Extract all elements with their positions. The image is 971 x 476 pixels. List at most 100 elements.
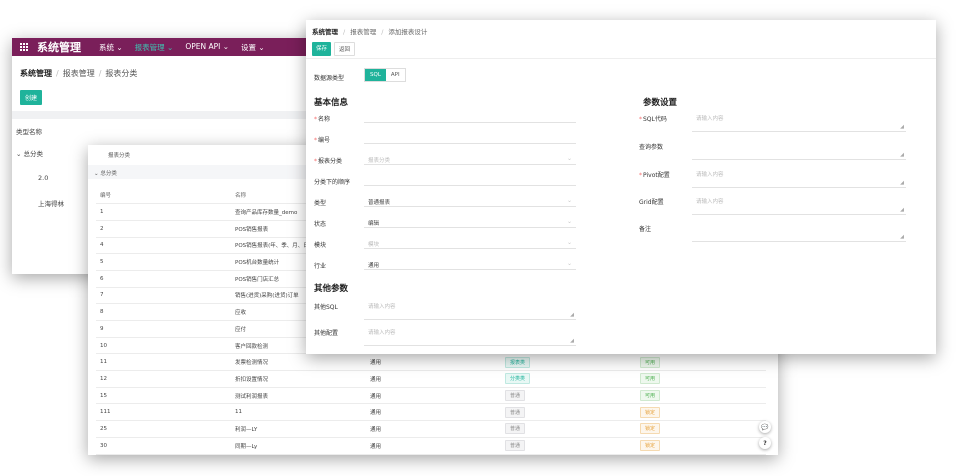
cell-industry: 通用 <box>366 370 501 388</box>
status-badge: 可用 <box>640 356 661 368</box>
breadcrumb-item[interactable]: 系统管理 <box>20 69 52 78</box>
chevron-down-icon: ⌄ <box>566 218 572 225</box>
resize-grip-icon[interactable]: ◢ <box>570 338 574 344</box>
select-field[interactable]: 普通报表 ⌄ <box>364 195 576 207</box>
field-label: *SQL代码 <box>639 114 667 123</box>
section-other-params: 其他参数 <box>314 284 349 294</box>
field-label-text: 模块 <box>314 242 327 249</box>
tree-node[interactable]: 2.0 <box>16 174 64 182</box>
cell-industry: 通用 <box>366 437 501 455</box>
type-tag: 普通 <box>505 390 526 402</box>
field-label-text: 类型 <box>314 200 327 207</box>
status-badge: 锁定 <box>640 440 661 452</box>
add-report-design-window: 系统管理 / 报表管理 / 添加报表设计 保存 返回 数据源类型 SQL API 基本信… <box>306 20 936 354</box>
breadcrumb-item[interactable]: 系统管理 <box>312 28 338 36</box>
field-label: *Pivot配置 <box>639 170 670 179</box>
tree-node[interactable]: 上海得林 <box>16 198 64 208</box>
field-value: 模块 <box>368 242 380 248</box>
required-mark: * <box>639 116 642 123</box>
text-field[interactable] <box>364 132 576 144</box>
textarea-field[interactable]: ◢ <box>692 138 906 160</box>
field-label: 类型 <box>314 198 326 207</box>
cell-id: 4 <box>96 237 231 255</box>
cell-id: 12 <box>96 370 231 388</box>
table-row[interactable]: 111 11 通用 普通 锁定 <box>96 403 766 422</box>
table-row[interactable]: 15 测试利润报表 通用 普通 可用 <box>96 387 766 405</box>
menu-open-api[interactable]: OPEN API ⌄ <box>185 42 229 53</box>
resize-grip-icon[interactable]: ◢ <box>900 234 904 240</box>
field-value: 编辑 <box>368 221 380 227</box>
back-button[interactable]: 返回 <box>334 42 356 56</box>
cell-status: 可用 <box>636 370 766 388</box>
resize-grip-icon[interactable]: ◢ <box>900 124 904 130</box>
field-label-text: 分类下的顺序 <box>314 179 351 186</box>
text-field[interactable] <box>364 111 576 123</box>
table-row[interactable]: 30 同期—Ly 通用 普通 锁定 <box>96 437 766 455</box>
menu-settings[interactable]: 设置 ⌄ <box>241 42 265 53</box>
field-placeholder: 请输入内容 <box>696 199 724 205</box>
cell-name[interactable]: 折扣设置情况 <box>231 370 366 388</box>
cell-id: 10 <box>96 337 231 355</box>
select-field[interactable]: 通用 ⌄ <box>364 258 576 270</box>
cell-name[interactable]: 11 <box>231 403 366 422</box>
cell-type: 普通 <box>501 437 636 455</box>
tree-node-root[interactable]: ⌄ 总分类 <box>16 148 64 158</box>
field-label: 其他配置 <box>314 330 339 337</box>
select-field[interactable]: 模块 ⌄ <box>364 237 576 249</box>
breadcrumb-item[interactable]: 报表管理 <box>350 28 376 36</box>
cell-name[interactable]: 同期—Ly <box>231 437 366 455</box>
table-row[interactable]: 12 折扣设置情况 通用 分类类 可用 <box>96 370 766 388</box>
select-field[interactable]: 编辑 ⌄ <box>364 216 576 228</box>
field-label-text: 报表分类 <box>318 158 343 165</box>
text-field[interactable] <box>364 174 576 186</box>
resize-grip-icon[interactable]: ◢ <box>900 152 904 158</box>
status-badge: 可用 <box>640 373 661 385</box>
resize-grip-icon[interactable]: ◢ <box>900 180 904 186</box>
resize-grip-icon[interactable]: ◢ <box>570 312 574 318</box>
apps-grid-icon[interactable] <box>20 42 29 52</box>
textarea-field[interactable]: 请输入内容 ◢ <box>692 193 906 215</box>
status-badge: 可用 <box>640 390 661 402</box>
textarea-field[interactable]: 请输入内容 ◢ <box>364 298 576 320</box>
cell-id: 7 <box>96 287 231 305</box>
cell-id: 9 <box>96 320 231 338</box>
textarea-field[interactable]: 请输入内容 ◢ <box>692 110 906 132</box>
cell-name[interactable]: 测试利润报表 <box>231 387 366 405</box>
field-label-text: SQL代码 <box>643 116 667 123</box>
breadcrumb-item[interactable]: 报表管理 <box>63 69 95 78</box>
status-badge: 锁定 <box>640 406 661 418</box>
datasource-api-option[interactable]: API <box>386 69 405 81</box>
field-label-text: 编号 <box>318 137 331 144</box>
field-label: Grid配置 <box>639 197 664 206</box>
main-menu: 系统 ⌄ 报表管理 ⌄ OPEN API ⌄ 设置 ⌄ <box>99 42 265 53</box>
resize-grip-icon[interactable]: ◢ <box>900 207 904 213</box>
create-button[interactable]: 创建 <box>20 90 43 105</box>
save-button[interactable]: 保存 <box>312 42 332 56</box>
help-icon[interactable]: ? <box>759 437 771 449</box>
required-mark: * <box>639 172 642 179</box>
section-param-settings: 参数设置 <box>643 98 678 108</box>
menu-system[interactable]: 系统 ⌄ <box>99 42 123 53</box>
textarea-field[interactable]: 请输入内容 ◢ <box>692 166 906 188</box>
datasource-sql-option[interactable]: SQL <box>365 69 386 81</box>
required-mark: * <box>314 158 317 165</box>
chat-icon[interactable]: 💬 <box>759 421 771 433</box>
table-row[interactable]: 11 发票检测情况 通用 报表类 可用 <box>96 353 766 372</box>
menu-report-management[interactable]: 报表管理 ⌄ <box>135 42 174 53</box>
table-row[interactable]: 25 利润—LY 通用 普通 锁定 <box>96 420 766 438</box>
cell-name[interactable]: 利润—LY <box>231 420 366 438</box>
select-field[interactable]: 报表分类 ⌄ <box>364 153 576 165</box>
cell-industry: 通用 <box>366 420 501 438</box>
textarea-field[interactable]: ◢ <box>692 220 906 242</box>
divider <box>306 58 936 59</box>
form-actions: 保存 返回 <box>312 42 356 56</box>
field-placeholder: 请输入内容 <box>368 304 396 310</box>
cell-id: 25 <box>96 420 231 438</box>
cell-id: 5 <box>96 253 231 271</box>
field-label-text: 状态 <box>314 221 327 228</box>
cell-name[interactable]: 发票检测情况 <box>231 353 366 372</box>
breadcrumb: 系统管理 / 报表管理 / 添加报表设计 <box>312 28 428 36</box>
textarea-field[interactable]: 请输入内容 ◢ <box>364 324 576 346</box>
cell-status: 可用 <box>636 353 766 372</box>
cell-type: 普通 <box>501 403 636 422</box>
